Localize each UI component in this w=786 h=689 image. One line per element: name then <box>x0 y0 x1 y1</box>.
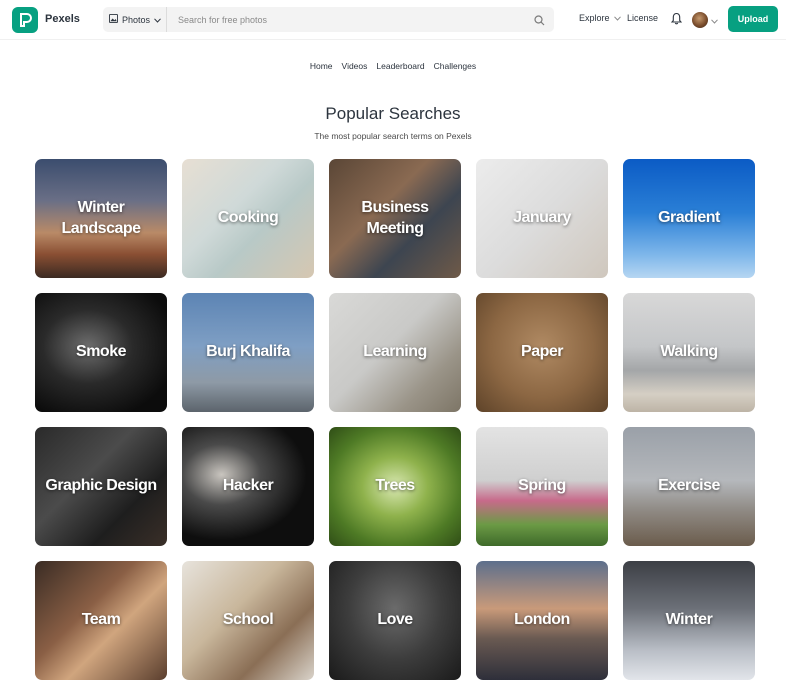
subnav-home[interactable]: Home <box>310 61 333 71</box>
search-type-label: Photos <box>122 14 151 25</box>
search-tile[interactable]: Learning <box>329 293 461 412</box>
brand-name[interactable]: Pexels <box>45 13 80 25</box>
search-tile-label: Cooking <box>217 209 279 227</box>
search-tile[interactable]: Paper <box>476 293 608 412</box>
search-tile[interactable]: Burj Khalifa <box>182 293 314 412</box>
search-tile-label: Smoke <box>76 343 126 361</box>
search-tile-label: Learning <box>363 343 427 361</box>
secondary-navigation: Home Videos Leaderboard Challenges <box>0 61 786 71</box>
search-tile-label: Business Meeting <box>361 198 429 237</box>
chevron-down-icon <box>711 11 718 29</box>
search-tile-label: Walking <box>660 343 718 361</box>
page-subtitle: The most popular search terms on Pexels <box>314 131 472 141</box>
search-tile[interactable]: London <box>476 561 608 680</box>
top-navigation-bar: Pexels Photos Explore License Upload <box>0 0 786 40</box>
search-icon[interactable] <box>534 13 545 31</box>
search-input[interactable] <box>173 7 513 32</box>
search-tile-label: Spring <box>518 477 566 495</box>
image-icon <box>109 14 118 25</box>
subnav-leaderboard[interactable]: Leaderboard <box>376 61 424 71</box>
chevron-down-icon <box>613 13 621 23</box>
search-tile-label: London <box>514 611 570 629</box>
search-tile-label: Exercise <box>658 477 720 495</box>
search-tile[interactable]: Love <box>329 561 461 680</box>
search-tile[interactable]: January <box>476 159 608 278</box>
search-tile[interactable]: Walking <box>623 293 755 412</box>
search-tile-label: Gradient <box>658 209 720 227</box>
search-tile[interactable]: Winter Landscape <box>35 159 167 278</box>
search-tile-label: Team <box>81 611 121 629</box>
search-tile-label: Winter Landscape <box>61 198 141 237</box>
search-tile-label: Graphic Design <box>45 477 157 495</box>
search-tile-label: Hacker <box>222 477 274 495</box>
search-tile-label: Trees <box>375 477 415 495</box>
search-tile[interactable]: Graphic Design <box>35 427 167 546</box>
search-tile[interactable]: Cooking <box>182 159 314 278</box>
search-tile-label: School <box>222 611 274 629</box>
search-tile[interactable]: Exercise <box>623 427 755 546</box>
avatar <box>692 12 708 28</box>
subnav-challenges[interactable]: Challenges <box>434 61 477 71</box>
upload-button[interactable]: Upload <box>728 6 778 32</box>
search-tile[interactable]: Trees <box>329 427 461 546</box>
search-tile[interactable]: Hacker <box>182 427 314 546</box>
pexels-logo-icon[interactable] <box>12 7 38 33</box>
search-tile[interactable]: Gradient <box>623 159 755 278</box>
license-link[interactable]: License <box>627 13 658 23</box>
search-tile-label: Paper <box>521 343 563 361</box>
search-tile[interactable]: School <box>182 561 314 680</box>
popular-searches-grid: Winter Landscape Cooking Business Meeting J… <box>35 159 755 680</box>
search-type-dropdown[interactable]: Photos <box>103 7 167 32</box>
page-title: Popular Searches <box>325 104 461 123</box>
search-tile-label: Winter <box>665 611 713 629</box>
user-menu[interactable] <box>692 11 718 29</box>
search-tile-label: January <box>513 209 571 227</box>
explore-label: Explore <box>579 13 610 23</box>
subnav-videos[interactable]: Videos <box>342 61 368 71</box>
search-tile-label: Love <box>377 611 413 629</box>
search-tile[interactable]: Team <box>35 561 167 680</box>
chevron-down-icon <box>154 15 161 25</box>
search-tile[interactable]: Winter <box>623 561 755 680</box>
search-tile[interactable]: Smoke <box>35 293 167 412</box>
search-bar: Photos <box>103 7 554 32</box>
search-tile-label: Burj Khalifa <box>206 343 290 361</box>
explore-menu[interactable]: Explore <box>579 13 621 23</box>
search-tile[interactable]: Business Meeting <box>329 159 461 278</box>
bell-icon[interactable] <box>670 12 683 30</box>
search-tile[interactable]: Spring <box>476 427 608 546</box>
